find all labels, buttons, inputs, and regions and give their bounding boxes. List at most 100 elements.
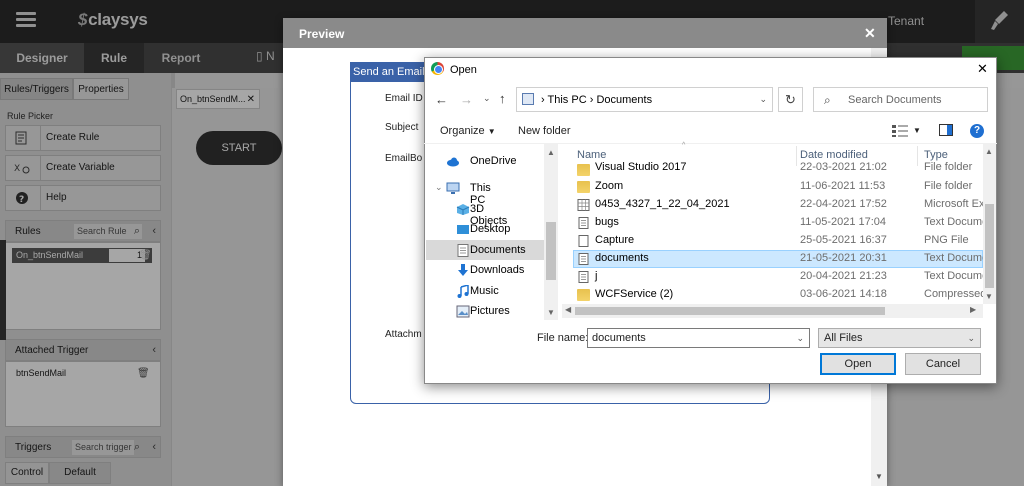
picture-icon [456, 305, 470, 318]
file-date: 03-06-2021 14:18 [800, 288, 887, 300]
file-row[interactable]: WCFService (2) 03-06-2021 14:18 Compress… [573, 286, 983, 304]
file-name-input[interactable]: documents ⌄ [587, 328, 810, 348]
organize-label: Organize [440, 125, 485, 137]
nav-label: OneDrive [470, 155, 517, 167]
chrome-icon [431, 62, 444, 75]
forward-arrow-icon[interactable]: → [460, 92, 473, 107]
attachment-label: Attachm [385, 329, 422, 340]
nav-label: Music [470, 285, 499, 297]
chevron-down-icon[interactable]: ⌄ [759, 94, 767, 105]
file-row[interactable]: j 20-04-2021 21:23 Text Docume [573, 268, 983, 286]
new-folder-button[interactable]: New folder [518, 125, 571, 137]
file-row[interactable]: bugs 11-05-2021 17:04 Text Docume [573, 214, 983, 232]
text-file-icon [578, 253, 589, 265]
search-icon: ⌕ [824, 93, 831, 107]
chevron-down-icon[interactable]: ▼ [913, 126, 921, 135]
folder-icon [577, 164, 590, 176]
horizontal-scroll-thumb[interactable] [575, 307, 885, 315]
music-icon [457, 285, 469, 298]
file-date: 21-05-2021 20:31 [800, 252, 887, 264]
scroll-up-arrow-icon[interactable]: ▲ [547, 148, 555, 157]
search-placeholder: Search Documents [848, 94, 942, 106]
breadcrumb: › This PC › Documents [541, 94, 653, 106]
nav-label: Downloads [470, 264, 525, 276]
preview-title: Preview [299, 27, 345, 41]
document-icon [457, 244, 469, 257]
email-id-label: Email ID [385, 93, 423, 104]
dialog-title: Open [450, 64, 477, 76]
file-name-label: File name: [537, 332, 589, 344]
file-name: Zoom [595, 180, 624, 192]
file-date: 20-04-2021 21:23 [800, 270, 887, 282]
scroll-down-arrow-icon[interactable]: ▼ [985, 292, 993, 301]
nav-label: Desktop [470, 223, 511, 235]
scroll-up-arrow-icon[interactable]: ▲ [985, 147, 993, 156]
nav-label: Documents [470, 244, 526, 256]
scroll-left-arrow-icon[interactable]: ◀ [565, 305, 571, 314]
view-options-icon[interactable] [891, 124, 909, 138]
back-arrow-icon[interactable]: ← [435, 92, 448, 107]
chevron-down-icon[interactable]: ⌄ [796, 333, 804, 344]
folder-icon [577, 181, 590, 193]
chevron-down-icon: ▼ [487, 127, 496, 136]
help-icon[interactable]: ? [970, 124, 984, 138]
column-header-name[interactable]: Name [577, 149, 606, 161]
preview-pane-icon[interactable] [939, 124, 953, 136]
file-name: j [595, 270, 598, 282]
file-name: bugs [595, 216, 619, 228]
breadcrumb-documents[interactable]: Documents [596, 94, 652, 106]
file-name: 0453_4327_1_22_04_2021 [595, 198, 730, 210]
file-type-filter[interactable]: All Files ⌄ [818, 328, 981, 348]
file-type: Compressed [924, 288, 983, 300]
search-documents-input[interactable]: ⌕ Search Documents [813, 87, 988, 112]
column-header-type[interactable]: Type [924, 149, 948, 161]
file-row[interactable]: Visual Studio 2017 22-03-2021 21:02 File… [573, 161, 983, 176]
file-type-filter-value: All Files [824, 332, 863, 344]
file-name: Visual Studio 2017 [595, 161, 687, 173]
file-row[interactable]: 0453_4327_1_22_04_2021 22-04-2021 17:52 … [573, 196, 983, 214]
file-type: File folder [924, 180, 973, 192]
spreadsheet-icon [577, 199, 590, 211]
open-button[interactable]: Open [820, 353, 896, 375]
file-row-selected[interactable]: documents 21-05-2021 20:31 Text Docume [573, 250, 983, 268]
download-icon [458, 264, 468, 276]
cloud-icon [447, 157, 459, 167]
file-date: 11-05-2021 17:04 [800, 216, 887, 228]
address-bar[interactable]: › This PC › Documents ⌄ [516, 87, 773, 112]
cancel-button[interactable]: Cancel [905, 353, 981, 375]
file-type: Text Docume [924, 270, 983, 282]
chevron-down-icon[interactable]: ⌄ [435, 182, 443, 193]
breadcrumb-this-pc[interactable]: This PC [548, 94, 587, 106]
file-row[interactable]: Zoom 11-06-2021 11:53 File folder [573, 178, 983, 196]
pc-icon [522, 93, 534, 105]
refresh-button[interactable]: ↻ [778, 87, 803, 112]
nav-label: Pictures [470, 305, 510, 317]
desktop-icon [457, 225, 469, 234]
scroll-right-arrow-icon[interactable]: ▶ [970, 305, 976, 314]
file-list-scroll-thumb[interactable] [985, 204, 994, 288]
scroll-down-arrow-icon[interactable]: ▼ [547, 308, 555, 317]
file-type: Text Docume [924, 252, 983, 264]
scroll-down-arrow-icon[interactable]: ▼ [875, 472, 883, 481]
file-name: Capture [595, 234, 635, 246]
file-date: 25-05-2021 16:37 [800, 234, 887, 246]
file-type: Microsoft Ex [924, 198, 983, 210]
subject-label: Subject [385, 122, 419, 133]
file-row[interactable]: Capture 25-05-2021 16:37 PNG File [573, 232, 983, 250]
file-name: WCFService (2) [595, 288, 674, 300]
file-type: Text Docume [924, 216, 983, 228]
pc-icon [446, 182, 460, 194]
recent-locations-chevron-icon[interactable]: ⌄ [483, 93, 491, 104]
file-type: File folder [924, 161, 973, 173]
up-arrow-icon[interactable]: ↑ [499, 91, 506, 106]
chevron-down-icon: ⌄ [967, 333, 975, 343]
organize-menu[interactable]: Organize ▼ [440, 125, 496, 137]
email-form-header: Send an Email [350, 62, 430, 82]
file-date: 22-04-2021 17:52 [800, 198, 887, 210]
dialog-close-icon[interactable]: ✕ [977, 61, 988, 77]
preview-close-icon[interactable]: ✕ [864, 25, 876, 42]
column-header-date-modified[interactable]: Date modified [800, 149, 868, 161]
nav-pane-scroll-thumb[interactable] [546, 222, 556, 280]
toolbar-separator [424, 143, 997, 144]
sort-ascending-icon: ^ [682, 142, 686, 149]
